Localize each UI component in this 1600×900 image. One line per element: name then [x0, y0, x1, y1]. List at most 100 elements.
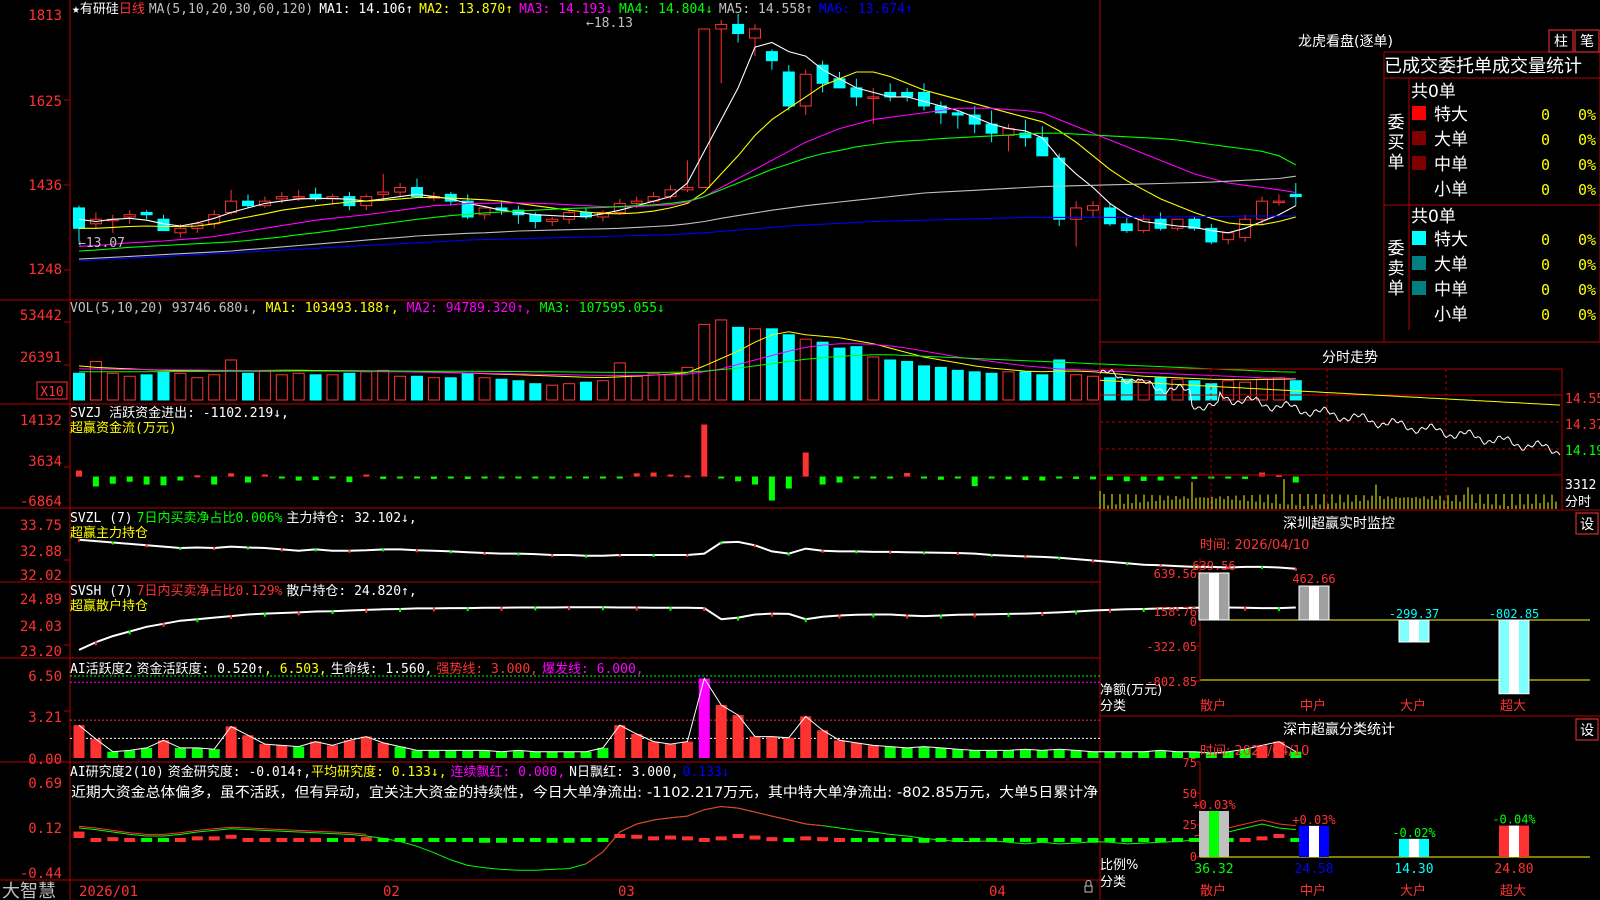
sc-stats-bars[interactable]: +0.03% 36.32 散户 +0.03% 24.58 中户 -0.02% 14.30 大户 -… — [1192, 798, 1536, 899]
svzj-bar[interactable] — [1005, 476, 1012, 480]
svzj-bar[interactable] — [1022, 476, 1029, 481]
svzj-bar[interactable] — [752, 476, 758, 485]
svzj-bar[interactable] — [599, 476, 606, 479]
ai-research-bar[interactable] — [428, 837, 440, 842]
svzj-bar[interactable] — [329, 476, 336, 479]
svzj-bar[interactable] — [718, 476, 725, 479]
ai-research-bar[interactable] — [834, 837, 845, 842]
volume-bar[interactable] — [1036, 374, 1049, 401]
ai-research-bar[interactable] — [107, 837, 119, 842]
ai-research-bar[interactable] — [1239, 837, 1251, 842]
svzj-bar[interactable] — [397, 476, 404, 479]
candle-down[interactable] — [343, 196, 356, 207]
volume-bar[interactable] — [478, 377, 491, 401]
volume-bar[interactable] — [444, 377, 457, 401]
ai-research-bar[interactable] — [563, 837, 575, 843]
ai-research-bar[interactable] — [800, 836, 812, 841]
volume-bar[interactable] — [951, 369, 964, 401]
svzj-bar[interactable] — [76, 470, 82, 477]
ai-activity-bar[interactable] — [259, 744, 271, 758]
svzj-bar[interactable] — [1174, 476, 1181, 479]
candlestick-series[interactable] — [73, 14, 1302, 247]
svzj-bar[interactable] — [194, 475, 201, 478]
svzj-bar[interactable] — [245, 476, 251, 483]
ai-research-bar[interactable] — [529, 837, 541, 842]
svzj-bar[interactable] — [1157, 476, 1164, 481]
volume-bar[interactable] — [596, 380, 609, 401]
svzj-bar[interactable] — [498, 476, 505, 479]
candle-up[interactable] — [1272, 200, 1285, 204]
svzj-bar[interactable] — [143, 476, 150, 485]
svzj-bar[interactable] — [616, 476, 623, 479]
volume-bars[interactable] — [73, 319, 1302, 401]
ai-activity-bar[interactable] — [698, 678, 710, 758]
ai-activity-bar[interactable] — [276, 745, 288, 758]
candle-up[interactable] — [1087, 205, 1099, 211]
candle-down[interactable] — [1289, 193, 1302, 198]
ai-activity-bar[interactable] — [749, 736, 761, 758]
svzj-bar[interactable] — [684, 475, 691, 478]
ai-research-bar[interactable] — [276, 837, 288, 842]
volume-bar[interactable] — [1087, 375, 1099, 401]
svzj-bar[interactable] — [819, 476, 826, 485]
ai-research-bar[interactable] — [1104, 837, 1116, 842]
candle-down[interactable] — [529, 214, 542, 223]
volume-bar[interactable] — [816, 341, 829, 401]
volume-bar[interactable] — [1002, 371, 1015, 401]
svzj-bar[interactable] — [380, 476, 387, 479]
star-icon[interactable]: ★ — [72, 2, 80, 17]
candle-up[interactable] — [630, 200, 643, 204]
ai-activity-bar[interactable] — [1019, 749, 1031, 758]
ai-research-bar[interactable] — [90, 837, 102, 842]
volume-bar[interactable] — [208, 374, 221, 401]
ai-research-bar[interactable] — [884, 837, 896, 842]
candle-up[interactable] — [225, 200, 238, 213]
ai-research-bar[interactable] — [1273, 833, 1285, 838]
svzj-bar[interactable] — [1191, 476, 1198, 479]
volume-bar[interactable] — [275, 374, 288, 401]
svzj-bar[interactable] — [921, 476, 927, 479]
svzj-bar[interactable] — [785, 476, 792, 489]
ai-research-bar[interactable] — [496, 837, 507, 843]
svzj-bar[interactable] — [177, 476, 184, 481]
ai-activity-bar[interactable] — [1053, 749, 1065, 758]
ai-activity-bar[interactable] — [665, 744, 676, 758]
volume-bar[interactable] — [968, 371, 981, 401]
ai-activity-bar[interactable] — [73, 725, 85, 758]
volume-bar[interactable] — [647, 372, 660, 401]
svzj-bar[interactable] — [228, 473, 235, 477]
ai-research-bar[interactable] — [1138, 837, 1150, 842]
svzj-bar[interactable] — [1242, 476, 1249, 479]
ai-research-bar[interactable] — [293, 837, 305, 842]
volume-bar[interactable] — [546, 384, 559, 401]
ai-research-bar[interactable] — [1256, 836, 1268, 841]
volume-bar[interactable] — [850, 346, 863, 401]
candle-down[interactable] — [1053, 157, 1066, 220]
ai-research-bar[interactable] — [1003, 837, 1014, 842]
ai-research-bar[interactable] — [715, 836, 727, 841]
svzj-bar[interactable] — [768, 476, 775, 501]
ai-activity-bar[interactable] — [1138, 751, 1150, 758]
svzj-bar[interactable] — [532, 476, 539, 479]
candle-down[interactable] — [157, 218, 170, 232]
svzj-bar[interactable] — [346, 476, 353, 483]
ai-activity-bar[interactable] — [850, 742, 862, 758]
volume-bar[interactable] — [343, 372, 356, 401]
candle-down[interactable] — [918, 91, 930, 107]
svzj-bar[interactable] — [481, 476, 488, 479]
candle-down[interactable] — [732, 23, 745, 34]
candle-up[interactable] — [698, 28, 711, 189]
candle-down[interactable] — [951, 112, 964, 116]
candle-up[interactable] — [867, 96, 880, 99]
ai-research-bar[interactable] — [597, 837, 609, 842]
volume-bar[interactable] — [394, 375, 407, 401]
ai-research-bar[interactable] — [208, 836, 220, 841]
ai-activity-bar[interactable] — [445, 750, 457, 758]
volume-bar[interactable] — [377, 369, 390, 401]
ai-activity-bar[interactable] — [1003, 750, 1014, 758]
svzj-bar[interactable] — [1140, 476, 1147, 481]
ai-activity-bar[interactable] — [631, 734, 643, 758]
ai-activity-bar[interactable] — [479, 750, 491, 758]
ai-activity-bar[interactable] — [158, 740, 169, 758]
candle-up[interactable] — [546, 218, 559, 223]
